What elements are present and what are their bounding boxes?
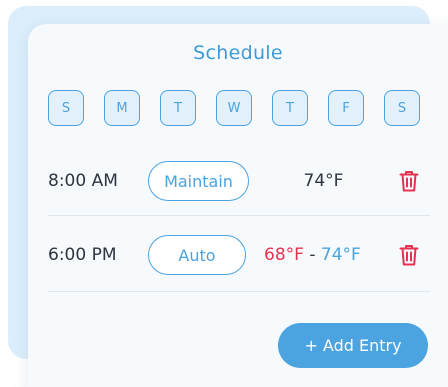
entry-temperature-range: 68°F - 74°F <box>264 245 398 265</box>
entry-time: 8:00 AM <box>48 171 118 191</box>
day-selector: S M T W T F S <box>48 90 420 126</box>
add-entry-button[interactable]: + Add Entry <box>278 323 428 368</box>
entry-temperature: 74°F <box>303 171 344 191</box>
day-button-friday[interactable]: F <box>328 90 364 126</box>
row-divider <box>48 291 430 292</box>
entry-mode-button[interactable]: Auto <box>148 235 246 275</box>
schedule-widget: Schedule S M T W T F S 8:00 AM Maintain … <box>0 0 448 387</box>
day-button-sunday[interactable]: S <box>48 90 84 126</box>
day-button-thursday[interactable]: T <box>272 90 308 126</box>
temperature-low: 68°F <box>264 245 304 265</box>
day-button-monday[interactable]: M <box>104 90 140 126</box>
trash-icon[interactable] <box>398 169 420 193</box>
day-button-wednesday[interactable]: W <box>216 90 252 126</box>
temperature-high: 74°F <box>320 245 361 265</box>
schedule-entry: 8:00 AM Maintain 74°F <box>48 161 430 201</box>
entry-time: 6:00 PM <box>48 245 117 265</box>
schedule-title: Schedule <box>193 42 283 64</box>
entry-mode-button[interactable]: Maintain <box>148 161 249 201</box>
day-button-tuesday[interactable]: T <box>160 90 196 126</box>
day-button-saturday[interactable]: S <box>384 90 420 126</box>
row-divider <box>48 215 430 216</box>
temperature-separator: - <box>303 245 321 265</box>
schedule-entry: 6:00 PM Auto 68°F - 74°F <box>48 235 430 275</box>
trash-icon[interactable] <box>398 243 420 267</box>
